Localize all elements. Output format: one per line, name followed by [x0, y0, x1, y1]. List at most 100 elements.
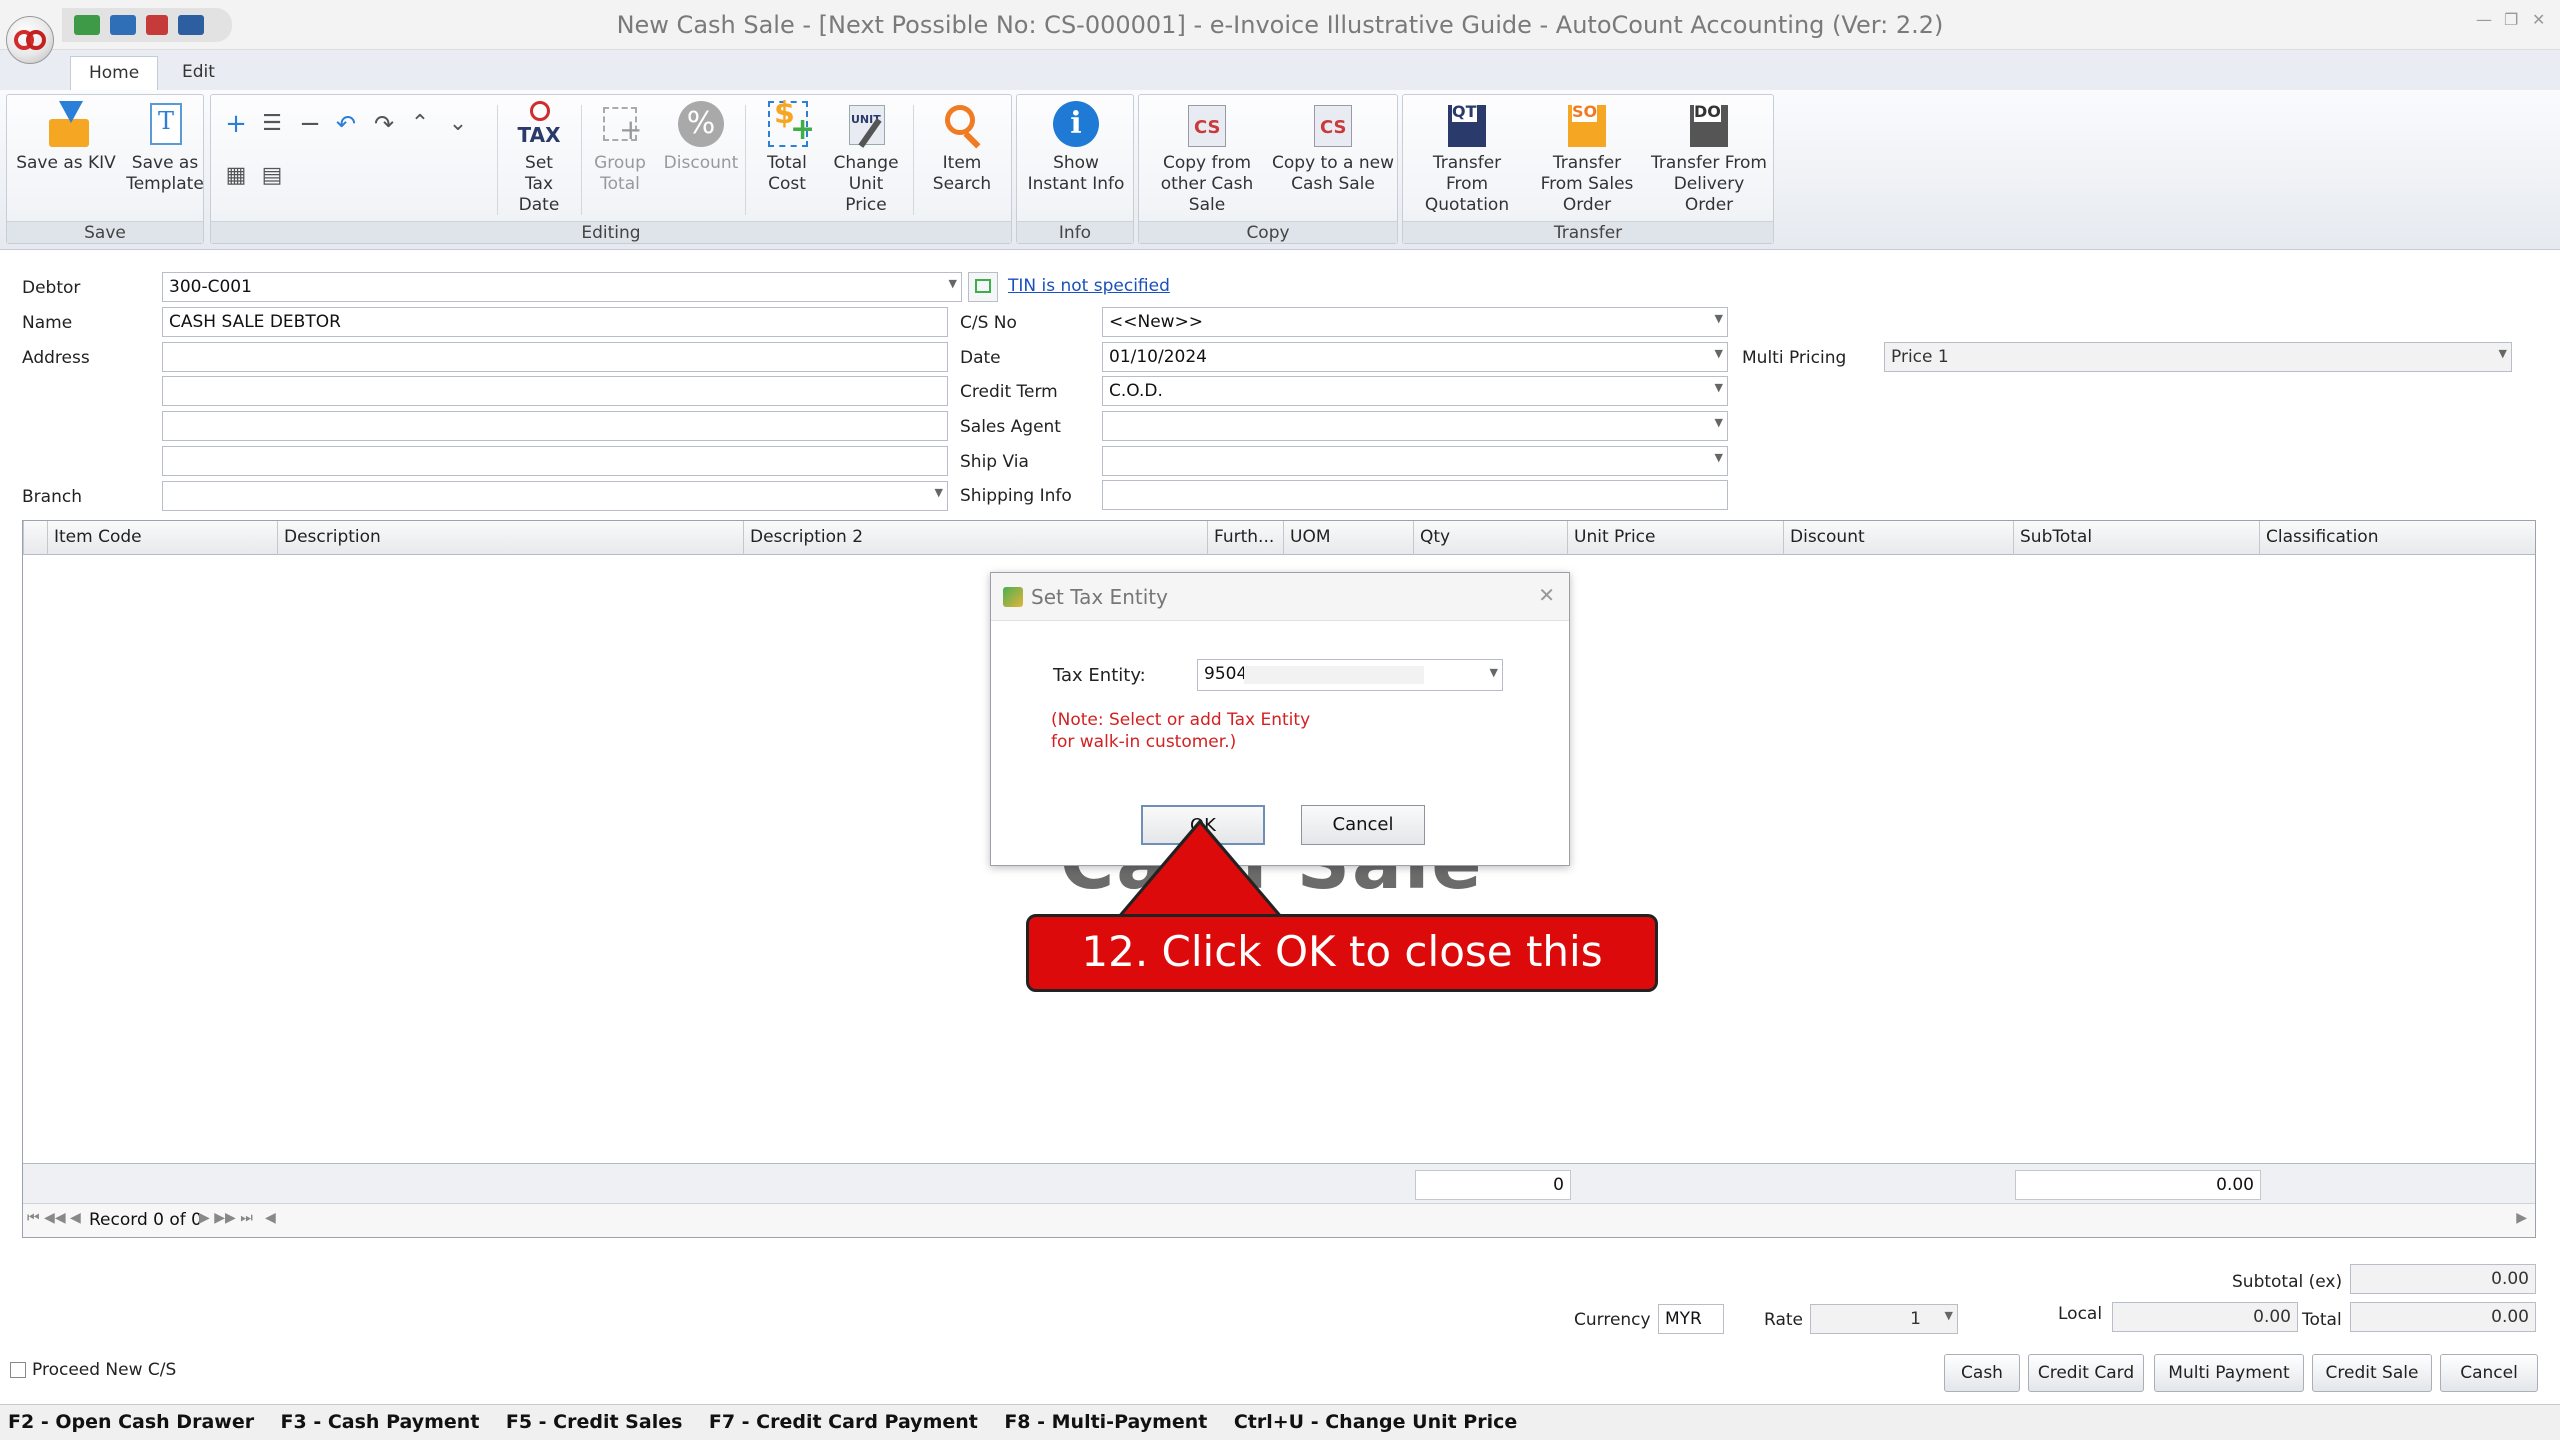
- app-logo-icon[interactable]: [6, 16, 54, 64]
- address-line-4[interactable]: [162, 446, 948, 476]
- name-label: Name: [22, 313, 73, 333]
- col-uom[interactable]: UOM: [1283, 521, 1413, 555]
- scroll-right-icon[interactable]: ▶: [2516, 1210, 2527, 1226]
- date-label: Date: [960, 348, 1001, 368]
- grid-header: Item Code Description Description 2 Furt…: [23, 521, 2535, 555]
- proceed-new-cs-checkbox[interactable]: [10, 1362, 26, 1378]
- dialog-cancel-button[interactable]: Cancel: [1301, 805, 1425, 845]
- address-line-3[interactable]: [162, 411, 948, 441]
- transfer-from-delivery-order-button[interactable]: DO Transfer From Delivery Order: [1647, 99, 1771, 219]
- chevron-down-icon[interactable]: ▼: [1715, 347, 1723, 360]
- cash-button[interactable]: Cash: [1944, 1354, 2020, 1392]
- col-qty[interactable]: Qty: [1413, 521, 1567, 555]
- save-as-template-button[interactable]: T Save as Template: [119, 99, 211, 219]
- tax-entity-field[interactable]: 9504 ▼: [1197, 659, 1503, 691]
- chevron-down-icon[interactable]: ▼: [1715, 381, 1723, 394]
- tin-not-specified-link[interactable]: TIN is not specified: [1008, 276, 1170, 296]
- name-field[interactable]: CASH SALE DEBTOR: [162, 307, 948, 337]
- debtor-label: Debtor: [22, 278, 81, 298]
- sales-agent-field[interactable]: ▼: [1102, 411, 1728, 441]
- minimize-icon[interactable]: —: [2476, 10, 2492, 29]
- total-value: 0.00: [2350, 1302, 2536, 1332]
- credit-term-field[interactable]: C.O.D. ▼: [1102, 376, 1728, 406]
- redo-icon[interactable]: ↷: [369, 109, 399, 139]
- chevron-down-icon[interactable]: ▼: [1715, 312, 1723, 325]
- col-item-code[interactable]: Item Code: [47, 521, 301, 555]
- nav-first-icon[interactable]: ⏮ ◀◀ ◀: [27, 1210, 81, 1226]
- shipping-info-field[interactable]: [1102, 480, 1728, 510]
- ribbon-group-transfer: QT Transfer From Quotation SO Transfer F…: [1402, 94, 1774, 244]
- delete-row-icon[interactable]: −: [295, 109, 325, 139]
- tax-entity-icon: [1003, 587, 1023, 607]
- move-down-icon[interactable]: ⌄: [443, 109, 473, 139]
- col-further[interactable]: Furth...: [1207, 521, 1283, 555]
- debtor-lookup-icon[interactable]: [968, 272, 998, 302]
- chevron-down-icon[interactable]: ▼: [2499, 347, 2507, 360]
- col-unit-price[interactable]: Unit Price: [1567, 521, 1783, 555]
- restore-icon[interactable]: ❐: [2504, 10, 2518, 29]
- item-search-button[interactable]: Item Search: [911, 99, 1013, 219]
- chevron-down-icon[interactable]: ▼: [935, 486, 943, 499]
- address-line-2[interactable]: [162, 376, 948, 406]
- select-icon[interactable]: ▦: [221, 161, 251, 191]
- ribbon-group-info: i Show Instant Info Info: [1016, 94, 1134, 244]
- total-cost-button[interactable]: $ + Total Cost: [747, 99, 827, 219]
- credit-term-label: Credit Term: [960, 382, 1058, 402]
- transfer-from-sales-order-button[interactable]: SO Transfer From Sales Order: [1527, 99, 1647, 219]
- credit-card-button[interactable]: Credit Card: [2028, 1354, 2144, 1392]
- group-total-button[interactable]: + Group Total: [583, 99, 657, 219]
- save-as-kiv-button[interactable]: Save as KIV: [11, 99, 121, 219]
- quotation-icon: QT: [1444, 101, 1490, 149]
- col-description[interactable]: Description: [277, 521, 743, 555]
- address-line-1[interactable]: [162, 342, 948, 372]
- col-description-2[interactable]: Description 2: [743, 521, 1207, 555]
- credit-sale-button[interactable]: Credit Sale: [2312, 1354, 2432, 1392]
- multi-pricing-field[interactable]: Price 1 ▼: [1884, 342, 2512, 372]
- template-icon: T: [142, 101, 188, 149]
- add-row-icon[interactable]: +: [221, 109, 251, 139]
- currency-field[interactable]: MYR: [1658, 1304, 1724, 1334]
- branch-field[interactable]: ▼: [162, 481, 948, 511]
- chevron-down-icon[interactable]: ▼: [1715, 451, 1723, 464]
- delivery-order-icon: DO: [1686, 101, 1732, 149]
- set-tax-date-button[interactable]: TAX Set Tax Date: [501, 99, 577, 219]
- list-icon[interactable]: ▤: [257, 161, 287, 191]
- move-up-icon[interactable]: ⌃: [405, 109, 435, 139]
- subtotal-value: 0.00: [2350, 1264, 2536, 1294]
- row-indicator-header: [23, 521, 47, 555]
- cancel-button[interactable]: Cancel: [2440, 1354, 2538, 1392]
- proceed-new-cs-label: Proceed New C/S: [32, 1360, 177, 1380]
- debtor-field[interactable]: 300-C001 ▼: [162, 272, 962, 302]
- undo-icon[interactable]: ↶: [331, 109, 361, 139]
- date-field[interactable]: 01/10/2024 ▼: [1102, 342, 1728, 372]
- chevron-down-icon[interactable]: ▼: [1715, 416, 1723, 429]
- chevron-down-icon[interactable]: ▼: [949, 277, 957, 290]
- change-unit-price-button[interactable]: UNIT Change Unit Price: [823, 99, 909, 219]
- ship-via-field[interactable]: ▼: [1102, 446, 1728, 476]
- chevron-down-icon[interactable]: ▼: [1490, 666, 1498, 679]
- col-subtotal[interactable]: SubTotal: [2013, 521, 2259, 555]
- cs-no-field[interactable]: <<New>> ▼: [1102, 307, 1728, 337]
- multi-payment-button[interactable]: Multi Payment: [2154, 1354, 2304, 1392]
- nav-next-icon[interactable]: ▶ ▶▶ ⏭: [199, 1210, 253, 1226]
- copy-to-icon: CS: [1310, 101, 1356, 149]
- chevron-down-icon[interactable]: ▼: [1945, 1309, 1953, 1322]
- col-discount[interactable]: Discount: [1783, 521, 2003, 555]
- dialog-close-icon[interactable]: ✕: [1538, 583, 1555, 607]
- copy-to-new-cash-sale-button[interactable]: CS Copy to a new Cash Sale: [1271, 99, 1395, 219]
- close-icon[interactable]: ✕: [2532, 10, 2545, 29]
- discount-button[interactable]: % Discount: [659, 99, 743, 219]
- transfer-from-quotation-button[interactable]: QT Transfer From Quotation: [1407, 99, 1527, 219]
- ribbon-tabs: Home Edit: [0, 50, 2560, 90]
- insert-row-icon[interactable]: ☰: [257, 109, 287, 139]
- col-classification[interactable]: Classification: [2259, 521, 2535, 555]
- scroll-left-icon[interactable]: ◀: [265, 1210, 276, 1226]
- ribbon-group-label: Transfer: [1403, 221, 1773, 243]
- show-instant-info-button[interactable]: i Show Instant Info: [1021, 99, 1131, 219]
- copy-from-cash-sale-button[interactable]: CS Copy from other Cash Sale: [1143, 99, 1271, 219]
- rate-field[interactable]: 1 ▼: [1810, 1304, 1958, 1334]
- local-label: Local: [2058, 1304, 2103, 1324]
- tab-home[interactable]: Home: [70, 56, 159, 90]
- currency-label: Currency: [1574, 1310, 1651, 1330]
- tab-edit[interactable]: Edit: [164, 56, 233, 90]
